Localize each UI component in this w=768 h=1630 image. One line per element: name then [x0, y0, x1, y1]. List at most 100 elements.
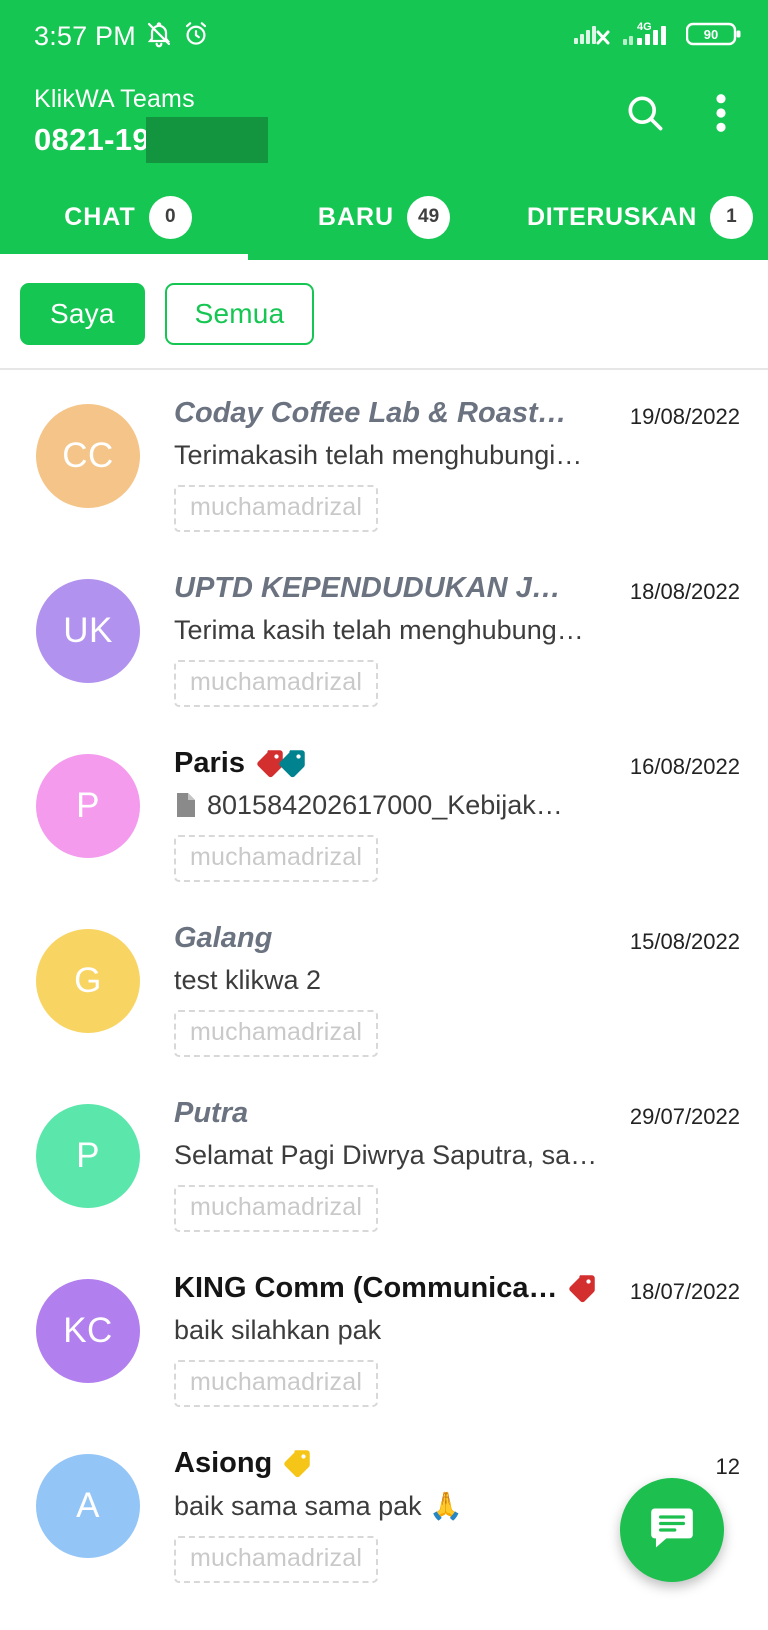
- document-icon: [177, 793, 195, 818]
- chat-date: 16/08/2022: [629, 753, 740, 779]
- search-icon: [623, 91, 667, 140]
- filter-chip-semua[interactable]: Semua: [164, 283, 315, 345]
- app-bar-actions: [622, 80, 744, 138]
- app-bar-titles: KlikWA Teams 0821-19: [34, 80, 622, 164]
- account-phone-row: 0821-19: [34, 117, 622, 164]
- chat-labels: [565, 1271, 599, 1305]
- status-bar: 3:57 PM 4G 90: [0, 0, 768, 72]
- chat-date: 29/07/2022: [629, 1103, 740, 1129]
- chat-item-header: Coday Coffee Lab & Roastery 19/08/2022: [174, 396, 740, 431]
- tab-diteruskan-badge: 1: [709, 195, 753, 239]
- app-root: 3:57 PM 4G 90 KlikWA Teams 0821-19 CHAT …: [0, 0, 768, 1630]
- signal-no-sim-icon: [574, 20, 614, 53]
- chat-date: 12: [715, 1453, 740, 1479]
- chat-date: 18/08/2022: [629, 578, 740, 604]
- overflow-menu-button[interactable]: [698, 92, 744, 138]
- chat-item-header: Putra 29/07/2022: [174, 1096, 740, 1131]
- tab-baru-label: BARU: [317, 202, 395, 231]
- chat-item-header: Galang 15/08/2022: [174, 921, 740, 956]
- chat-name: UPTD KEPENDUDUKAN JP....: [174, 572, 574, 604]
- chat-preview: baik silahkan pak: [174, 1315, 614, 1346]
- assigned-agent-tag: muchamadrizal: [174, 834, 379, 882]
- filter-chip-bar: Saya Semua: [0, 260, 768, 368]
- label-tag-icon: [284, 1450, 311, 1478]
- chat-preview: Terimakasih telah menghubungi…: [174, 440, 614, 471]
- chat-item-body: KING Comm (Communica… 18/07/2022 baik sila…: [140, 1271, 746, 1407]
- alarm-clock-icon: [182, 20, 210, 53]
- avatar: G: [36, 929, 140, 1033]
- assigned-agent-tag: muchamadrizal: [174, 1359, 379, 1407]
- avatar: P: [36, 754, 140, 858]
- chat-item-header: UPTD KEPENDUDUKAN JP.... 18/08/2022: [174, 571, 740, 606]
- assigned-agent-tag: muchamadrizal: [174, 1009, 379, 1057]
- chat-name: Asiong: [174, 1447, 273, 1479]
- chat-item-header: Paris 16/08/2022: [174, 746, 740, 781]
- chat-preview-text: Terima kasih telah menghubung…: [174, 614, 584, 645]
- tab-bar: CHAT 0 BARU 49 DITERUSKAN 1: [0, 186, 768, 260]
- phone-redaction-block: [145, 117, 268, 164]
- chat-item-body: Galang 15/08/2022 test klikwa 2 muchamadriz…: [140, 921, 746, 1057]
- avatar: KC: [36, 1279, 140, 1383]
- chat-labels: [253, 746, 309, 780]
- chat-name: Coday Coffee Lab & Roastery: [174, 397, 574, 429]
- chat-item-header: KING Comm (Communica… 18/07/2022: [174, 1271, 740, 1306]
- chat-labels: [280, 1446, 314, 1480]
- avatar: A: [36, 1454, 140, 1558]
- label-tag-icon: [279, 750, 305, 778]
- tab-diteruskan[interactable]: DITERUSKAN 1: [512, 186, 768, 260]
- chat-preview: test klikwa 2: [174, 965, 614, 996]
- tab-diteruskan-label: DITERUSKAN: [527, 202, 697, 231]
- chat-item-body: UPTD KEPENDUDUKAN JP.... 18/08/2022 Terima…: [140, 571, 746, 707]
- account-phone: 0821-19: [34, 122, 150, 158]
- tab-baru[interactable]: BARU 49: [256, 186, 512, 260]
- chat-name: Putra: [174, 1097, 249, 1129]
- chat-item-body: Putra 29/07/2022 Selamat Pagi Diwrya Saput…: [140, 1096, 746, 1232]
- search-button[interactable]: [622, 92, 668, 138]
- signal-4g-icon: 4G: [623, 19, 677, 54]
- chat-preview: 801584202617000_Kebijak…: [174, 790, 614, 821]
- chat-date: 15/08/2022: [629, 928, 740, 954]
- status-bar-left: 3:57 PM: [34, 20, 210, 53]
- chat-preview: baik sama sama pak 🙏: [174, 1490, 614, 1522]
- chat-list-item[interactable]: G Galang 15/08/2022 test klikwa 2 muchamadri…: [0, 895, 768, 1070]
- workspace-name: KlikWA Teams: [34, 85, 195, 113]
- chat-date: 19/08/2022: [629, 403, 740, 429]
- chat-list-item[interactable]: P Paris 16/08/2022 801584202617000_Kebijak……: [0, 720, 768, 895]
- label-tag-icon: [569, 1275, 596, 1303]
- chat-list-item[interactable]: UK UPTD KEPENDUDUKAN JP.... 18/08/2022 Teri…: [0, 545, 768, 720]
- bell-muted-icon: [145, 20, 173, 53]
- chat-preview: Terima kasih telah menghubung…: [174, 615, 614, 646]
- new-chat-icon: [646, 1502, 698, 1559]
- chat-name: Paris: [174, 747, 245, 779]
- chat-name: Galang: [174, 922, 273, 954]
- assigned-agent-tag: muchamadrizal: [174, 1535, 379, 1583]
- chat-item-body: Coday Coffee Lab & Roastery 19/08/2022 Ter…: [140, 396, 746, 532]
- assigned-agent-tag: muchamadrizal: [174, 484, 379, 532]
- status-time: 3:57 PM: [34, 20, 136, 51]
- app-bar: KlikWA Teams 0821-19: [0, 72, 768, 190]
- battery-level-text: 90: [704, 27, 718, 42]
- avatar: CC: [36, 404, 140, 508]
- chat-list-item[interactable]: CC Coday Coffee Lab & Roastery 19/08/2022 T…: [0, 370, 768, 545]
- tab-chat-badge: 0: [148, 195, 192, 239]
- tab-baru-badge: 49: [407, 195, 451, 239]
- overflow-menu-icon: [715, 91, 727, 140]
- status-bar-right: 4G 90: [574, 19, 742, 54]
- tab-chat[interactable]: CHAT 0: [0, 186, 256, 260]
- battery-icon: 90: [685, 19, 742, 54]
- avatar: P: [36, 1104, 140, 1208]
- chat-list-item[interactable]: KC KING Comm (Communica… 18/07/2022 baik si…: [0, 1245, 768, 1420]
- chat-preview-text: Terimakasih telah menghubungi…: [174, 439, 583, 470]
- chat-date: 18/07/2022: [629, 1278, 740, 1304]
- assigned-agent-tag: muchamadrizal: [174, 659, 379, 707]
- filter-chip-saya[interactable]: Saya: [20, 283, 145, 345]
- chat-name: KING Comm (Communica…: [174, 1272, 558, 1304]
- chat-item-header: Asiong 12: [174, 1446, 740, 1481]
- chat-list-item[interactable]: P Putra 29/07/2022 Selamat Pagi Diwrya Sapu…: [0, 1070, 768, 1245]
- chat-list[interactable]: CC Coday Coffee Lab & Roastery 19/08/2022 T…: [0, 368, 768, 1630]
- tab-chat-label: CHAT: [64, 202, 136, 231]
- chat-preview-text: baik silahkan pak: [174, 1314, 382, 1345]
- chat-preview-text: 801584202617000_Kebijak…: [207, 789, 563, 820]
- new-chat-fab[interactable]: [620, 1478, 724, 1582]
- chat-item-body: Paris 16/08/2022 801584202617000_Kebijak…m…: [140, 746, 746, 882]
